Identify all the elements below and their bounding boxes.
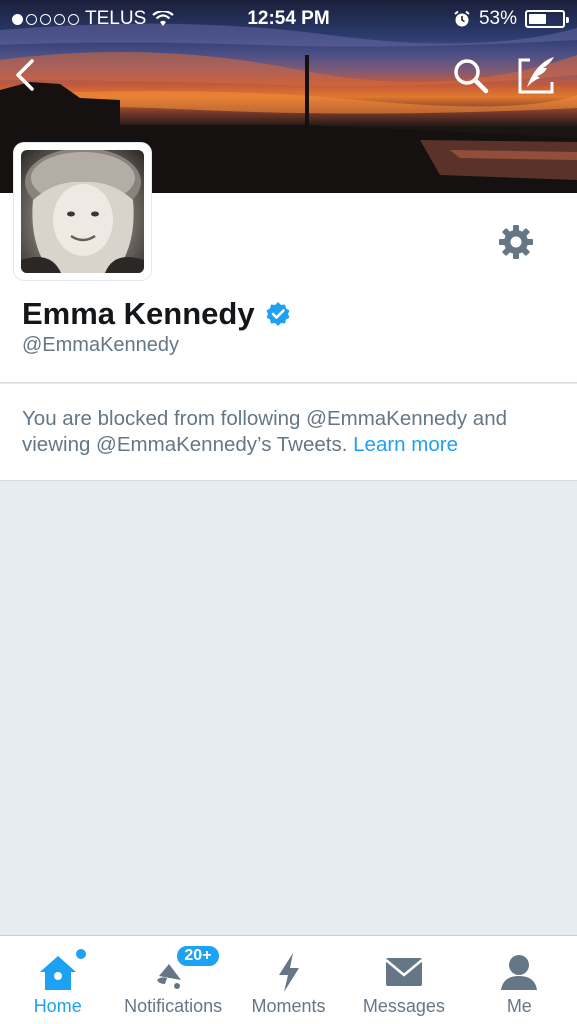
status-bar: TELUS 12:54 PM 53% — [0, 0, 577, 38]
compose-tweet-button[interactable] — [516, 54, 558, 96]
settings-button[interactable] — [497, 223, 535, 261]
tab-label: Me — [506, 996, 532, 1016]
battery-icon — [525, 10, 569, 28]
verified-badge-icon — [266, 302, 290, 326]
profile-name: Emma Kennedy — [22, 296, 255, 331]
tab-bar: Home 20+ Notifications Moments Messages … — [0, 935, 577, 1024]
tab-home[interactable]: Home — [0, 936, 115, 1024]
profile-avatar[interactable] — [14, 143, 151, 280]
alarm-icon — [454, 10, 470, 27]
gear-icon — [499, 225, 533, 259]
status-right: 53% — [453, 8, 569, 30]
tab-label: Notifications — [124, 996, 223, 1016]
search-button[interactable] — [451, 56, 491, 96]
notifications-badge: 20+ — [175, 944, 221, 968]
home-unread-dot — [76, 949, 86, 959]
back-button[interactable] — [10, 55, 46, 95]
chevron-left-icon — [16, 59, 34, 91]
profile-handle: @EmmaKennedy — [22, 334, 180, 356]
person-icon — [501, 955, 538, 990]
tab-label: Moments — [251, 996, 326, 1016]
battery-tip — [566, 17, 569, 23]
tab-label: Messages — [362, 996, 445, 1016]
profile-name-row: Emma Kennedy — [22, 296, 291, 332]
tab-label: Home — [33, 996, 82, 1016]
battery-level — [529, 14, 546, 24]
avatar-photo — [21, 150, 144, 273]
tab-notifications[interactable]: 20+ Notifications — [115, 936, 230, 1024]
battery-percent: 53% — [478, 8, 517, 29]
lightning-icon — [278, 953, 299, 992]
home-icon — [39, 956, 76, 990]
tab-moments[interactable]: Moments — [231, 936, 346, 1024]
search-icon — [454, 59, 489, 94]
tab-messages[interactable]: Messages — [346, 936, 461, 1024]
blocked-notice: You are blocked from following @EmmaKenn… — [0, 384, 577, 481]
avatar-portrait — [21, 150, 144, 273]
envelope-icon — [385, 958, 423, 986]
learn-more-link[interactable]: Learn more — [353, 433, 458, 456]
compose-tweet-icon — [518, 57, 554, 94]
tab-me[interactable]: Me — [462, 936, 577, 1024]
